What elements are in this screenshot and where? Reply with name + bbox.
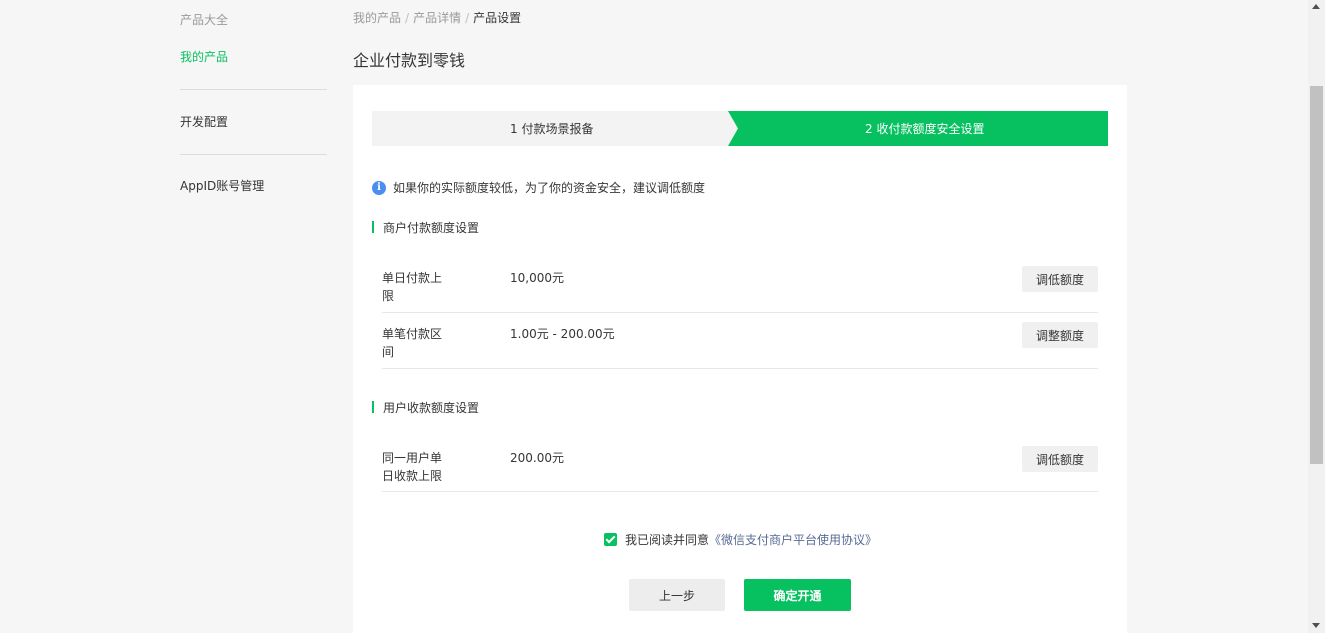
breadcrumb-product-detail[interactable]: 产品详情: [413, 11, 461, 25]
sidebar-item-dev-config[interactable]: 开发配置: [180, 113, 228, 130]
page: 产品大全 我的产品 开发配置 AppID账号管理 我的产品 / 产品详情 / 产品设置 …: [0, 0, 1308, 633]
scrollbar-thumb[interactable]: [1310, 86, 1323, 464]
sidebar-divider: [180, 154, 327, 155]
settings-card: 1 付款场景报备 2 收付款额度安全设置 i 如果你的实际额度较低，为了你的资金…: [353, 85, 1127, 633]
scroll-down-arrow-icon[interactable]: [1312, 623, 1320, 628]
confirm-activate-button[interactable]: 确定开通: [744, 579, 851, 611]
sidebar-item-appid-management[interactable]: AppID账号管理: [180, 177, 264, 194]
step-indicator: 1 付款场景报备 2 收付款额度安全设置: [372, 111, 1108, 146]
breadcrumb: 我的产品 / 产品详情 / 产品设置: [353, 9, 521, 26]
info-icon: i: [372, 180, 386, 195]
adjust-range-button[interactable]: 调整额度: [1022, 322, 1098, 348]
lower-user-limit-button[interactable]: 调低额度: [1022, 446, 1098, 472]
step-1-label: 1 付款场景报备: [510, 122, 594, 136]
breadcrumb-my-products[interactable]: 我的产品: [353, 11, 401, 25]
agreement-link[interactable]: 《微信支付商户平台使用协议》: [709, 531, 877, 548]
page-title: 企业付款到零钱: [353, 51, 466, 70]
breadcrumb-separator: /: [405, 11, 410, 25]
limit-row: 单日付款上限 10,000元 调低额度: [382, 266, 1098, 313]
limit-row-label: 同一用户单日收款上限: [382, 451, 443, 483]
notice: i 如果你的实际额度较低，为了你的资金安全，建议调低额度: [372, 179, 705, 196]
section-title-merchant-limit: 商户付款额度设置: [372, 219, 479, 236]
breadcrumb-product-settings: 产品设置: [473, 11, 522, 25]
agreement-checkbox[interactable]: [604, 533, 617, 546]
agreement-text: 我已阅读并同意: [625, 533, 710, 547]
sidebar-item-my-products[interactable]: 我的产品: [180, 48, 228, 65]
limit-row-value: 1.00元 - 200.00元: [510, 327, 615, 341]
section-title-user-limit: 用户收款额度设置: [372, 399, 479, 416]
notice-text: 如果你的实际额度较低，为了你的资金安全，建议调低额度: [393, 181, 706, 195]
step-2-label: 2 收付款额度安全设置: [865, 122, 985, 136]
agreement: 我已阅读并同意 《微信支付商户平台使用协议》: [604, 531, 877, 548]
scroll-up-arrow-icon[interactable]: [1312, 4, 1320, 9]
sidebar-divider: [180, 89, 327, 90]
limit-row: 同一用户单日收款上限 200.00元 调低额度: [382, 446, 1098, 492]
limit-row: 单笔付款区间 1.00元 - 200.00元 调整额度: [382, 322, 1098, 369]
limit-row-value: 10,000元: [510, 271, 564, 285]
limit-row-label: 单日付款上限: [382, 271, 443, 303]
scrollbar[interactable]: [1308, 0, 1325, 633]
breadcrumb-separator: /: [465, 11, 470, 25]
limit-row-label: 单笔付款区间: [382, 327, 443, 359]
previous-step-button[interactable]: 上一步: [629, 579, 725, 611]
sidebar-group-title: 产品大全: [180, 13, 229, 27]
limit-row-value: 200.00元: [510, 451, 564, 465]
lower-daily-limit-button[interactable]: 调低额度: [1022, 266, 1098, 292]
